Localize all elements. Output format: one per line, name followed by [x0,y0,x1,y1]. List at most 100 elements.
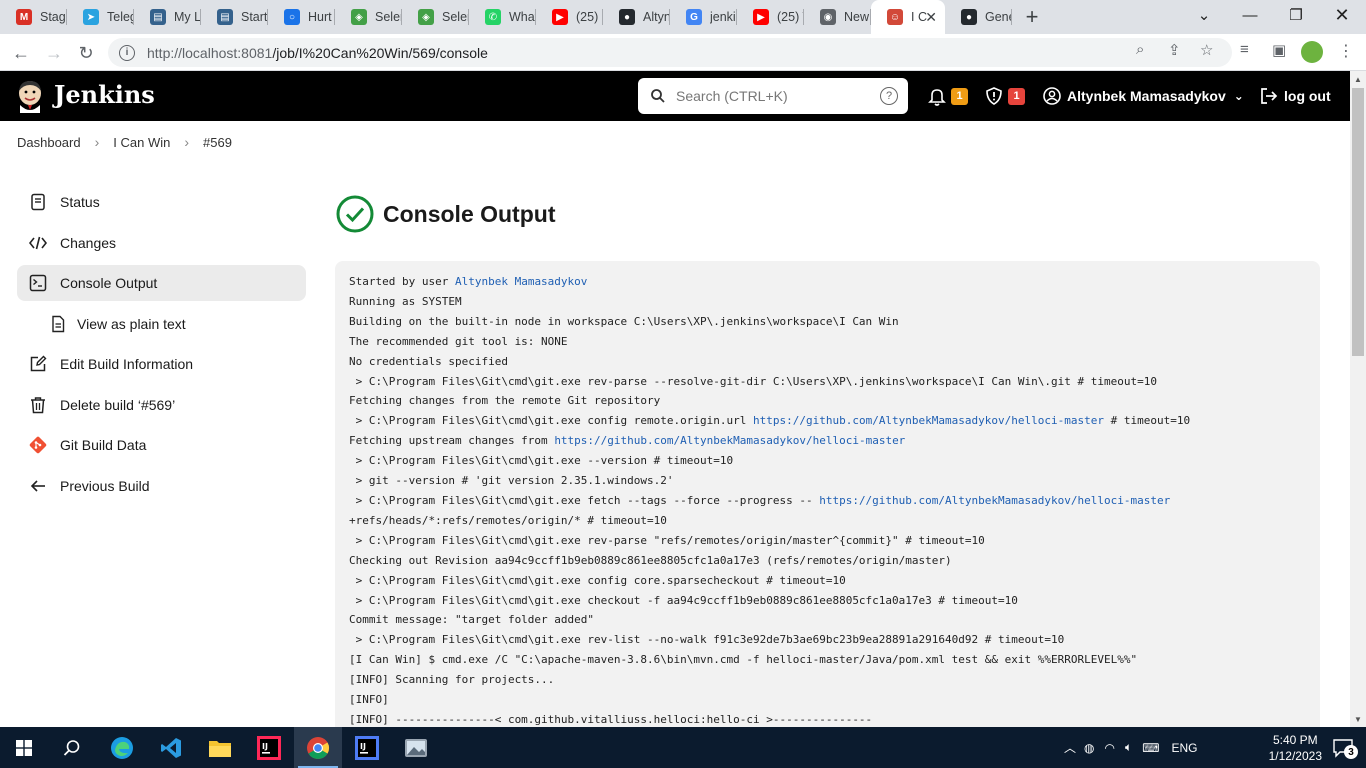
browser-tab-title: My Le [174,10,201,24]
taskbar-vscode[interactable] [147,727,195,768]
notifications-badge: 1 [951,87,968,105]
keyboard-icon[interactable]: ⌨︎ [1142,741,1159,755]
search-input[interactable] [676,88,866,104]
browser-tab[interactable]: ○ Hurt N [268,0,335,34]
logout-button[interactable]: log out [1260,85,1331,107]
tab-search-icon[interactable]: ⌄ [1181,0,1227,30]
taskbar-edge[interactable] [98,727,146,768]
youtube-icon: ▶ [552,9,568,25]
console-line: > C:\Program Files\Git\cmd\git.exe --ver… [349,451,1306,471]
bookmark-star-icon[interactable]: ☆ [1200,41,1213,59]
sidebar-item-edit-build[interactable]: Edit Build Information [17,346,306,382]
browser-tab[interactable]: ▤ Start | [201,0,268,34]
close-window-button[interactable]: ✕ [1319,0,1365,30]
console-line: The recommended git tool is: NONE [349,332,1306,352]
console-text: [INFO] [349,693,389,707]
browser-tab[interactable]: ● Altynb [603,0,670,34]
reload-button[interactable]: ↻ [72,39,100,67]
browser-tab[interactable]: M Stage [0,0,67,34]
clock[interactable]: 5:40 PM 1/12/2023 [1269,732,1322,764]
chevron-up-icon[interactable]: ︿ [1064,739,1076,756]
omnibox[interactable]: i http://localhost:8081/job/I%20Can%20Wi… [108,38,1232,67]
sidebar-item-plain-text[interactable]: View as plain text [17,306,306,342]
console-text: Fetching upstream changes from [349,434,555,448]
browser-tab[interactable]: ▶ (25) s [536,0,603,34]
jenkins-logo-icon[interactable] [16,79,44,113]
sidebar-item-changes[interactable]: Changes [17,225,306,261]
taskbar-search-button[interactable] [48,727,96,768]
user-menu[interactable]: Altynbek Mamasadykov ⌄ [1043,85,1244,107]
chrome-icon: ◉ [820,9,836,25]
start-button[interactable] [0,727,48,768]
console-line: Building on the built-in node in workspa… [349,312,1306,332]
console-text: Building on the built-in node in workspa… [349,314,899,328]
taskbar-intellij-2[interactable]: IJ [343,727,391,768]
sidebar-item-delete-build[interactable]: Delete build ‘#569’ [17,387,306,423]
taskbar-file-explorer[interactable] [196,727,244,768]
browser-tab[interactable]: ● Gener [945,0,1012,34]
breadcrumb-dashboard[interactable]: Dashboard [17,135,81,150]
share-icon[interactable]: ⇪ [1168,41,1181,59]
breadcrumb-build[interactable]: #569 [203,135,232,150]
search-box[interactable]: ? [638,78,908,114]
browser-tab[interactable]: ▶ (25) T [737,0,804,34]
breadcrumb-job[interactable]: I Can Win [113,135,170,150]
taskbar-chrome[interactable] [294,727,342,768]
page-scrollbar[interactable]: ▲ ▼ [1350,71,1366,727]
search-help-icon[interactable]: ? [880,87,898,105]
bell-icon [928,89,946,106]
restore-button[interactable]: ❐ [1273,0,1319,30]
wifi-icon[interactable]: ◠ [1105,741,1115,755]
volume-icon[interactable]: 🔈︎ [1125,740,1132,755]
browser-tab[interactable]: ➤ Telegr [67,0,134,34]
jenkins-brand[interactable]: Jenkins [54,80,155,109]
logout-label[interactable]: log out [1284,88,1331,104]
sidebar-item-previous-build[interactable]: Previous Build [17,468,306,504]
console-line: +refs/heads/*:refs/remotes/origin/* # ti… [349,511,1306,531]
scroll-up-icon[interactable]: ▲ [1350,71,1366,87]
console-link[interactable]: https://github.com/AltynbekMamasadykov/h… [554,434,905,447]
sidebar-item-status[interactable]: Status [17,184,306,220]
sidebar-item-console-output[interactable]: Console Output [17,265,306,301]
language-indicator[interactable]: ENG [1172,741,1198,755]
user-name[interactable]: Altynbek Mamasadykov [1067,88,1226,104]
browser-tab[interactable]: Gjenkin [670,0,737,34]
menu-kebab-icon[interactable]: ⋮ [1338,41,1354,61]
scroll-down-icon[interactable]: ▼ [1350,711,1366,727]
browser-tab[interactable]: ▤ My Le [134,0,201,34]
notification-center-button[interactable]: 3 [1332,738,1358,759]
console-link[interactable]: https://github.com/AltynbekMamasadykov/h… [819,494,1170,507]
scrollbar-thumb[interactable] [1352,88,1364,356]
url-text[interactable]: http://localhost:8081/job/I%20Can%20Win/… [147,45,488,61]
browser-tab[interactable]: ◈ Seleni [335,0,402,34]
security-button[interactable]: 1 [984,85,1025,107]
notifications-button[interactable]: 1 [927,85,968,107]
spring-extension-icon[interactable] [1301,41,1323,63]
close-tab-icon[interactable]: ✕ [925,9,937,26]
minimize-button[interactable]: — [1227,0,1273,30]
file-explorer-icon [209,740,231,757]
back-button[interactable]: ← [7,39,35,67]
console-text: > C:\Program Files\Git\cmd\git.exe check… [349,593,1018,607]
console-text: > C:\Program Files\Git\cmd\git.exe rev-p… [349,533,985,547]
taskbar-intellij[interactable]: IJ [245,727,293,768]
sidebar-item-label: Console Output [60,275,158,291]
browser-tab[interactable]: ☺ I C ✕ [871,0,945,34]
new-tab-button[interactable]: + [1012,0,1052,34]
site-info-icon[interactable]: i [119,44,135,61]
forward-button[interactable]: → [40,39,68,67]
zoom-icon[interactable]: ⌕ [1136,41,1144,58]
browser-tab[interactable]: ✆ Whats [469,0,536,34]
console-link[interactable]: https://github.com/AltynbekMamasadykov/h… [753,414,1104,427]
browser-tab[interactable]: ◉ New T [804,0,871,34]
side-panel-icon[interactable]: ▣ [1272,41,1286,59]
sidebar-item-git-build-data[interactable]: Git Build Data [17,427,306,463]
reading-list-icon[interactable]: ≡ [1240,41,1249,58]
side-panel: Status Changes Console Output View as pl… [17,184,306,508]
network-globe-icon[interactable]: ◍ [1084,741,1094,755]
chevron-down-icon[interactable]: ⌄ [1234,89,1244,103]
selenium-icon: ◈ [351,9,367,25]
taskbar-photos[interactable] [392,727,440,768]
browser-tab[interactable]: ◈ Seleni [402,0,469,34]
console-link[interactable]: Altynbek Mamasadykov [455,275,587,288]
